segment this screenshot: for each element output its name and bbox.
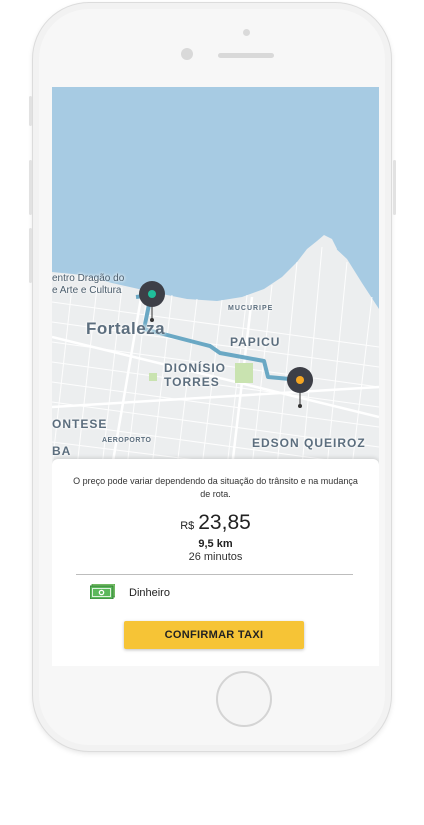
divider — [76, 574, 353, 575]
map-label-centro: entro Dragão do — [52, 273, 125, 284]
price-disclaimer: O preço pode variar dependendo da situaç… — [73, 476, 358, 499]
map-label-papicu: PAPICU — [230, 335, 281, 349]
power-button — [393, 160, 396, 215]
map-label-edson: EDSON QUEIROZ — [252, 436, 366, 450]
map-label-torres: TORRES — [164, 375, 220, 389]
volume-down-button — [29, 228, 32, 283]
map-label-fortaleza: Fortaleza — [86, 319, 166, 338]
mute-switch — [29, 96, 32, 126]
destination-pin-tip — [298, 404, 302, 408]
park-small — [149, 373, 157, 381]
app-screen: entro Dragão do e Arte e Cultura MUCURIP… — [52, 87, 379, 666]
trip-summary-card: O preço pode variar dependendo da situaç… — [52, 459, 379, 666]
home-button[interactable] — [216, 671, 272, 727]
map-label-dionisio: DIONÍSIO — [164, 361, 227, 375]
origin-dot — [148, 290, 156, 298]
map-label-montese: ONTESE — [52, 417, 108, 431]
payment-method[interactable]: Dinheiro — [129, 587, 170, 599]
front-camera — [181, 48, 193, 60]
map-label-aeroporto: AEROPORTO — [102, 437, 152, 444]
route-map[interactable]: entro Dragão do e Arte e Cultura MUCURIP… — [52, 87, 379, 468]
map-label-ba: BA — [52, 444, 72, 458]
cash-icon — [90, 584, 115, 599]
volume-up-button — [29, 160, 32, 215]
earpiece-speaker — [218, 53, 274, 58]
map-label-arte: e Arte e Cultura — [52, 285, 122, 296]
trip-duration: 26 minutos — [188, 551, 243, 563]
trip-distance: 9,5 km — [198, 538, 233, 550]
park — [235, 363, 253, 383]
confirm-taxi-button[interactable]: CONFIRMAR TAXI — [124, 621, 304, 649]
map-label-mucuripe: MUCURIPE — [228, 305, 274, 312]
price-amount: 23,85 — [198, 511, 251, 534]
proximity-sensor — [243, 29, 250, 36]
price-currency: R$ — [180, 520, 195, 532]
price: R$ 23,85 — [52, 511, 379, 535]
destination-dot — [296, 376, 304, 384]
